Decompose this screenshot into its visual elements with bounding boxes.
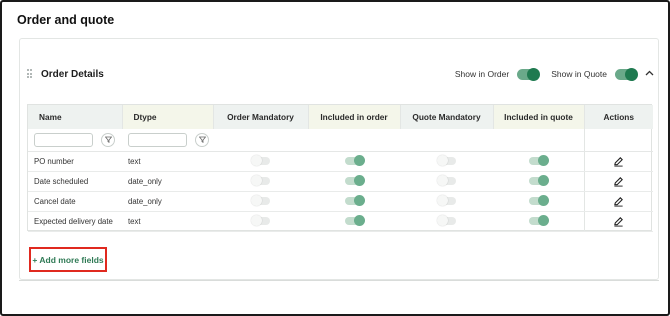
dtype-filter-input[interactable] bbox=[128, 132, 187, 147]
header-name: Name bbox=[28, 105, 123, 129]
field-dtype: text bbox=[122, 211, 213, 232]
included-in-quote-toggle[interactable] bbox=[529, 175, 550, 187]
included-in-order-toggle[interactable] bbox=[345, 155, 365, 167]
included-in-quote-toggle[interactable] bbox=[529, 195, 550, 207]
edit-icon[interactable] bbox=[613, 156, 624, 167]
order-mandatory-toggle[interactable] bbox=[250, 195, 270, 207]
included-in-order-toggle[interactable] bbox=[345, 175, 365, 187]
order-mandatory-toggle[interactable] bbox=[250, 155, 270, 167]
field-dtype: date_only bbox=[122, 171, 213, 192]
show-in-order-label: Show in Order bbox=[454, 69, 510, 79]
quote-mandatory-toggle[interactable] bbox=[436, 195, 456, 207]
included-in-quote-toggle[interactable] bbox=[529, 215, 550, 227]
quote-mandatory-toggle[interactable] bbox=[436, 215, 456, 227]
show-in-quote-label: Show in Quote bbox=[551, 69, 607, 79]
included-in-order-toggle[interactable] bbox=[345, 215, 365, 227]
edit-icon[interactable] bbox=[613, 176, 624, 187]
order-mandatory-toggle[interactable] bbox=[250, 215, 270, 227]
field-name: PO number bbox=[28, 151, 122, 172]
fields-table: Name Dtype Order Mandatory Included in o… bbox=[27, 104, 653, 232]
show-in-quote-toggle[interactable] bbox=[615, 67, 638, 81]
quote-mandatory-toggle[interactable] bbox=[436, 155, 456, 167]
section-controls: Show in Order Show in Quote bbox=[454, 67, 654, 81]
section-title: Order Details bbox=[41, 68, 104, 80]
header-included-in-order: Included in order bbox=[308, 105, 401, 129]
header-quote-mandatory: Quote Mandatory bbox=[400, 105, 494, 129]
page-title: Order and quote bbox=[17, 13, 115, 27]
header-dtype: Dtype bbox=[122, 105, 214, 129]
table-row: Expected delivery date text bbox=[28, 211, 653, 232]
filter-icon[interactable] bbox=[101, 132, 115, 147]
edit-icon[interactable] bbox=[613, 196, 624, 207]
chevron-up-icon[interactable] bbox=[645, 68, 654, 79]
show-in-order-toggle[interactable] bbox=[517, 67, 541, 81]
included-in-order-toggle[interactable] bbox=[345, 195, 365, 207]
drag-handle-icon[interactable] bbox=[27, 69, 34, 79]
field-name: Cancel date bbox=[28, 191, 122, 212]
field-name: Date scheduled bbox=[28, 171, 122, 192]
divider bbox=[19, 280, 659, 281]
order-mandatory-toggle[interactable] bbox=[250, 175, 270, 187]
field-dtype: text bbox=[122, 151, 213, 172]
field-dtype: date_only bbox=[122, 191, 213, 212]
header-order-mandatory: Order Mandatory bbox=[213, 105, 309, 129]
field-name: Expected delivery date bbox=[28, 211, 122, 232]
edit-icon[interactable] bbox=[613, 216, 624, 227]
included-in-quote-toggle[interactable] bbox=[529, 155, 550, 167]
name-filter-input[interactable] bbox=[34, 132, 93, 147]
filter-icon[interactable] bbox=[195, 132, 209, 147]
quote-mandatory-toggle[interactable] bbox=[436, 175, 456, 187]
section-header: Order Details Show in Order Show in Quot… bbox=[27, 66, 654, 82]
header-included-in-quote: Included in quote bbox=[493, 105, 585, 129]
table-row: Date scheduled date_only bbox=[28, 171, 653, 192]
table-row: Cancel date date_only bbox=[28, 191, 653, 212]
filter-row bbox=[28, 129, 653, 152]
header-actions: Actions bbox=[584, 105, 653, 129]
table-row: PO number text bbox=[28, 151, 653, 172]
add-more-fields-button[interactable]: + Add more fields bbox=[29, 247, 107, 272]
